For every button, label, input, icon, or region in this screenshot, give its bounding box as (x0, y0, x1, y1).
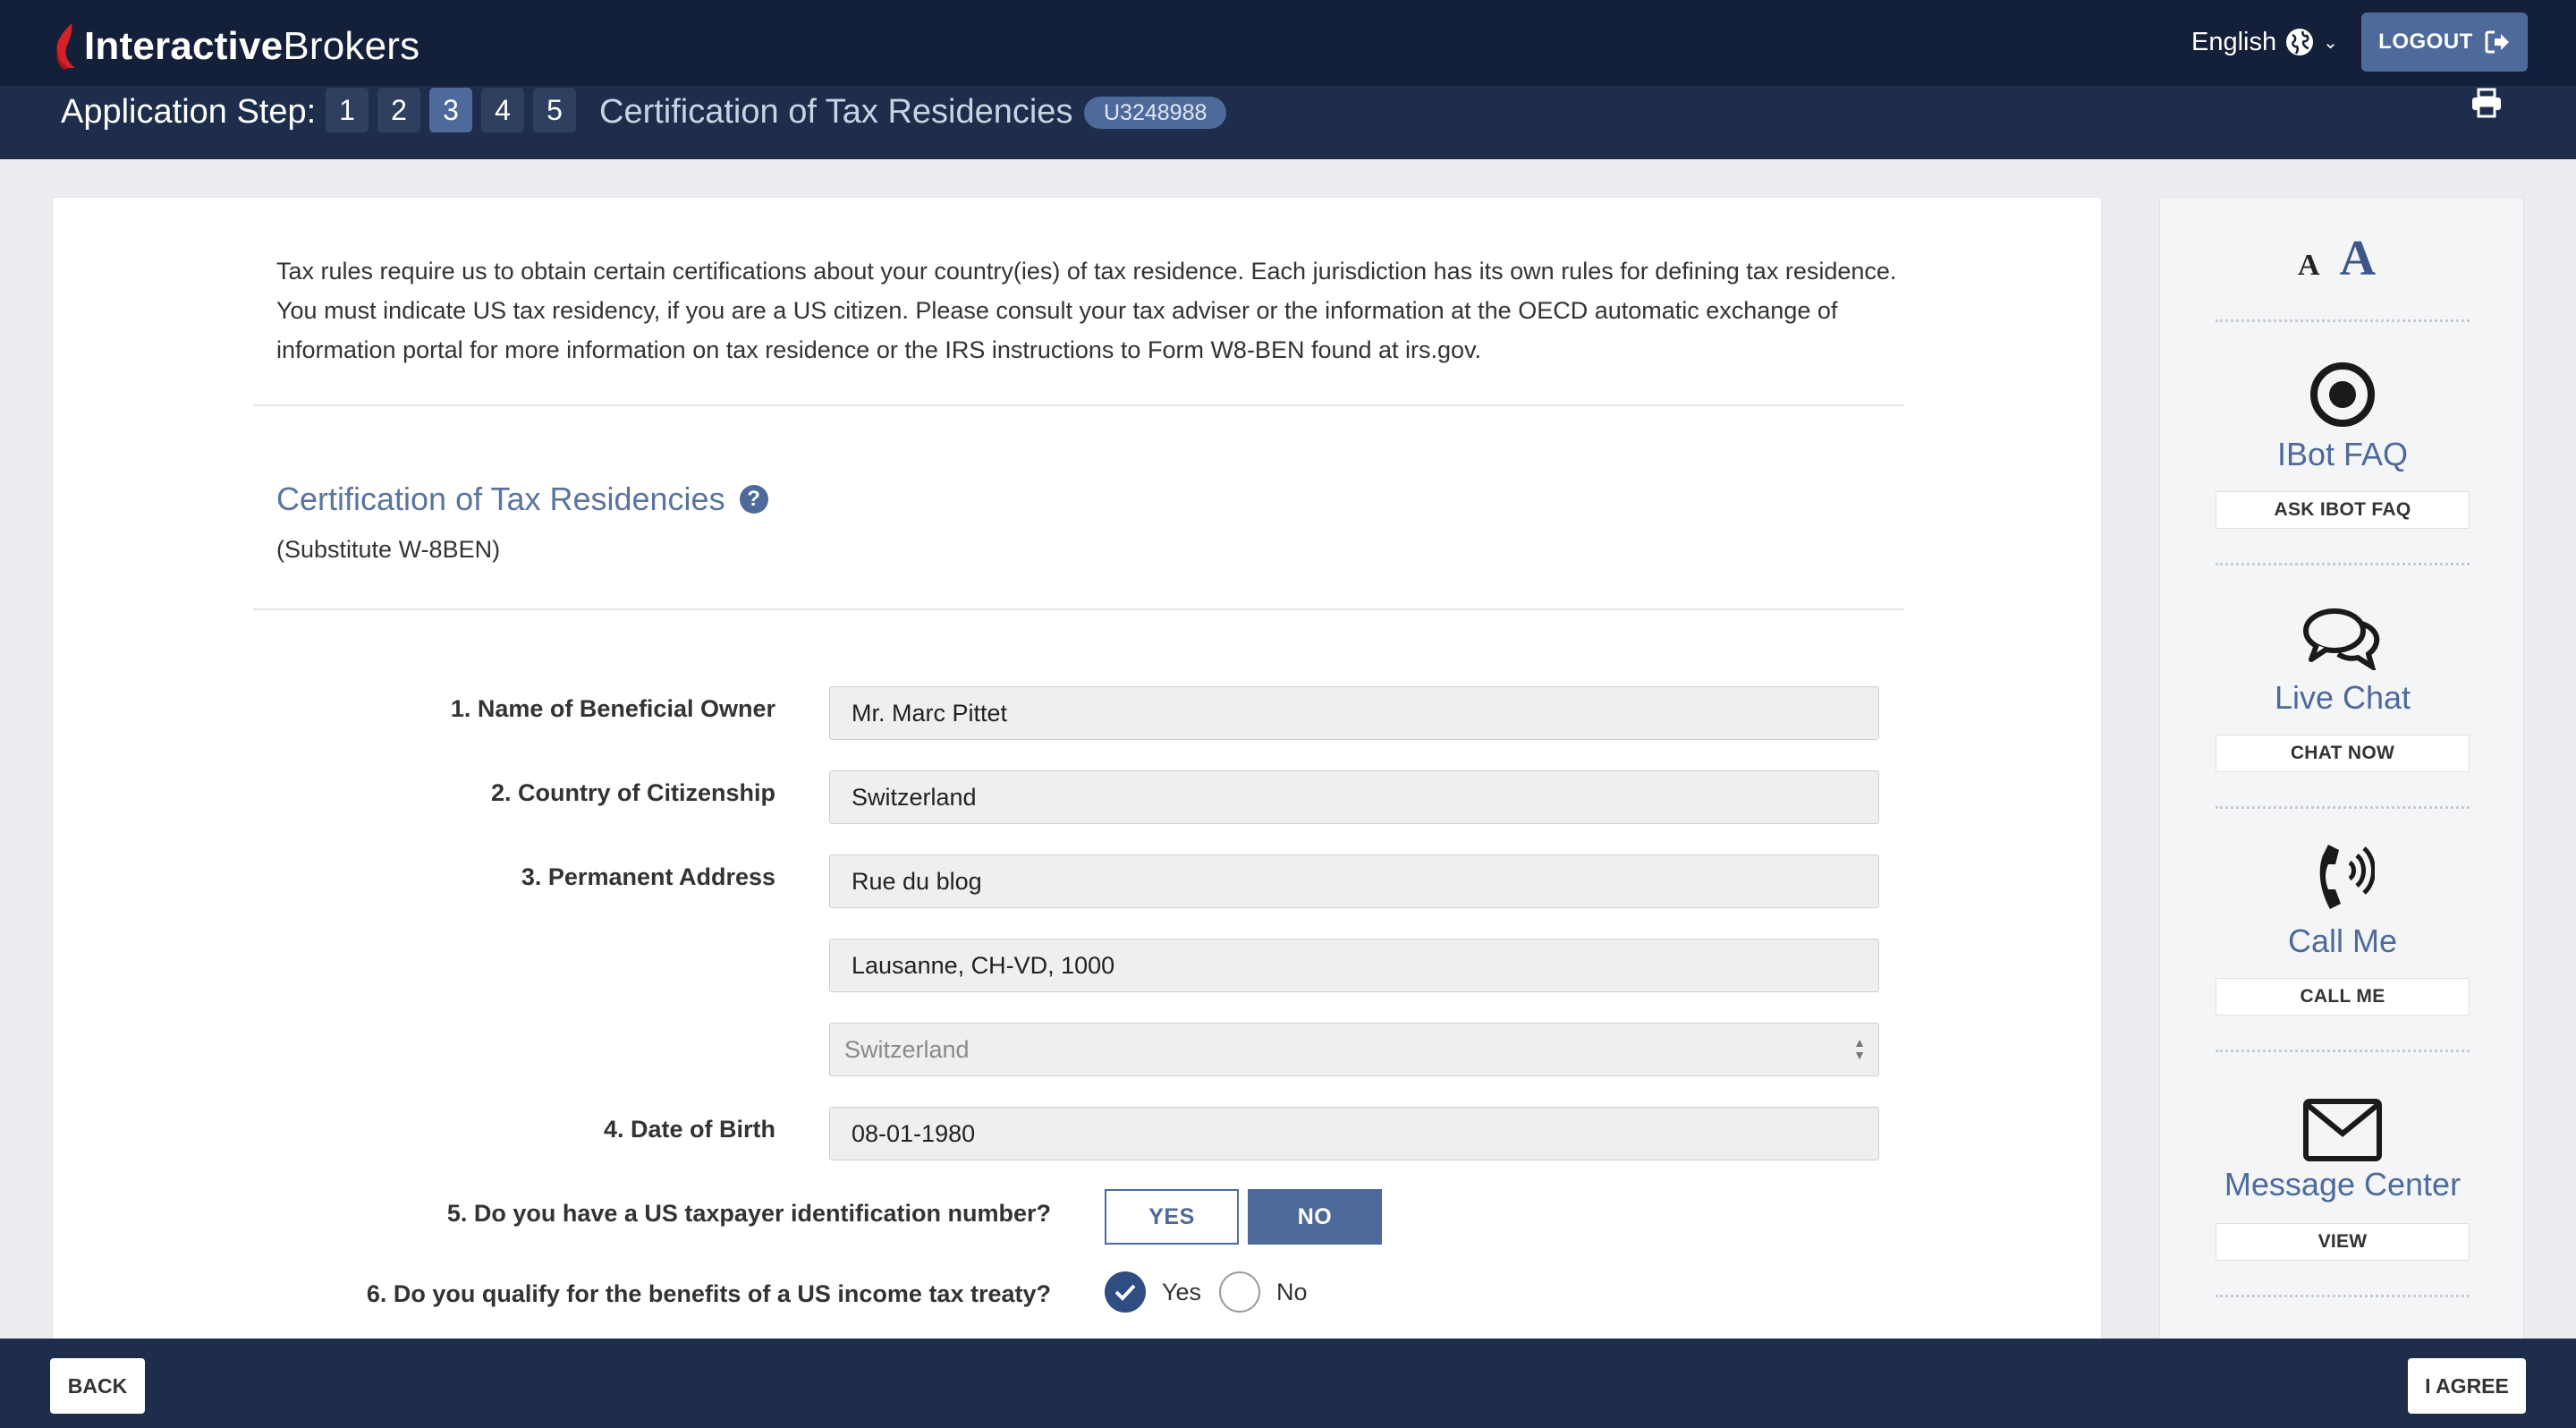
bottom-action-bar: BACK I AGREE (0, 1339, 2576, 1428)
message-center-title: Message Center (2224, 1166, 2462, 1203)
logout-button[interactable]: LOGOUT (2361, 13, 2528, 72)
us-tin-no-button[interactable]: NO (1248, 1189, 1382, 1245)
address-line1-value: Rue du blog (852, 867, 982, 895)
printer-icon[interactable] (2470, 88, 2503, 118)
call-me-title: Call Me (2287, 922, 2398, 959)
chat-bubbles-icon (2298, 602, 2387, 674)
address-line2-value: Lausanne, CH-VD, 1000 (852, 951, 1115, 979)
chevron-down-icon: ⌄ (2323, 32, 2338, 53)
step-2[interactable]: 2 (377, 88, 420, 132)
divider (253, 404, 1904, 406)
ask-ibot-button[interactable]: ASK IBOT FAQ (2216, 491, 2470, 529)
step-3-active[interactable]: 3 (429, 88, 472, 132)
envelope-icon (2298, 1094, 2387, 1166)
i-agree-button[interactable]: I AGREE (2408, 1358, 2526, 1414)
main-form-card: Tax rules require us to obtain certain c… (52, 197, 2102, 1342)
tax-treaty-yes-radio[interactable]: Yes (1105, 1271, 1201, 1313)
us-tin-yes-button[interactable]: YES (1105, 1189, 1239, 1245)
brand-light: Brokers (283, 24, 420, 68)
ibot-title: IBot FAQ (2276, 436, 2409, 472)
account-id-badge: U3248988 (1084, 97, 1227, 129)
top-header: InteractiveBrokers English ⌄ LOGOUT (0, 0, 2576, 86)
tax-treaty-no-radio[interactable]: No (1219, 1271, 1308, 1313)
citizenship-value: Switzerland (852, 783, 977, 811)
sidebar-divider (2216, 563, 2470, 565)
step-1[interactable]: 1 (326, 88, 369, 132)
tax-treaty-no-label: No (1276, 1278, 1308, 1305)
citizenship-field[interactable]: Switzerland (829, 770, 1879, 824)
message-center-view-button[interactable]: VIEW (2216, 1223, 2470, 1261)
section-subtitle: (Substitute W-8BEN) (276, 536, 501, 563)
sidebar-divider (2216, 319, 2470, 322)
us-tin-question: 5. Do you have a US taxpayer identificat… (446, 1200, 1051, 1227)
back-button[interactable]: BACK (50, 1358, 145, 1414)
application-step-label: Application Step: (61, 93, 317, 131)
logout-icon (2485, 30, 2509, 54)
name-label: 1. Name of Beneficial Owner (450, 695, 775, 722)
language-label: English (2191, 27, 2277, 56)
font-decrease-button[interactable]: A (2298, 249, 2320, 283)
sidebar-divider (2216, 806, 2470, 809)
address-line2-field[interactable]: Lausanne, CH-VD, 1000 (829, 939, 1879, 992)
name-value: Mr. Marc Pittet (852, 699, 1008, 727)
help-sidebar: A A IBot FAQ ASK IBOT FAQ Live Chat CHAT… (2159, 197, 2524, 1342)
globe-icon (2286, 29, 2314, 55)
chat-now-button[interactable]: CHAT NOW (2216, 735, 2470, 772)
address-country-value: Switzerland (844, 1035, 970, 1063)
dob-label: 4. Date of Birth (603, 1116, 775, 1143)
date-of-birth-field[interactable]: 08-01-1980 (829, 1107, 1879, 1160)
address-country-select[interactable]: Switzerland ▲ ▼ (829, 1023, 1879, 1076)
divider (253, 608, 1904, 610)
logout-label: LOGOUT (2378, 30, 2473, 54)
sidebar-divider (2216, 1295, 2470, 1297)
phone-icon (2298, 842, 2387, 914)
radio-empty-icon (1219, 1271, 1260, 1313)
application-step-bar: Application Step: 1 2 3 4 5 Certificatio… (0, 86, 2576, 159)
step-4[interactable]: 4 (481, 88, 524, 132)
tax-treaty-question: 6. Do you qualify for the benefits of a … (366, 1280, 1051, 1307)
language-selector[interactable]: English ⌄ (2191, 23, 2338, 61)
flame-logo-icon (56, 23, 75, 70)
address-line1-field[interactable]: Rue du blog (829, 854, 1879, 908)
help-icon[interactable]: ? (739, 485, 768, 514)
brand-bold: Interactive (84, 24, 284, 68)
dob-value: 08-01-1980 (852, 1119, 976, 1147)
select-arrows-icon: ▲ ▼ (1853, 1035, 1866, 1062)
address-label: 3. Permanent Address (521, 863, 775, 890)
citizenship-label: 2. Country of Citizenship (490, 779, 775, 806)
intro-paragraph: Tax rules require us to obtain certain c… (276, 258, 1897, 363)
font-increase-button[interactable]: A (2340, 230, 2376, 287)
section-title-text: Certification of Tax Residencies (276, 480, 725, 517)
step-5[interactable]: 5 (533, 88, 576, 132)
brand-name: InteractiveBrokers (84, 24, 419, 69)
live-chat-title: Live Chat (2274, 679, 2411, 716)
call-me-button[interactable]: CALL ME (2216, 978, 2470, 1016)
tax-treaty-yes-label: Yes (1162, 1278, 1202, 1305)
section-title: Certification of Tax Residencies ? (276, 480, 768, 518)
ibot-icon (2298, 359, 2387, 430)
checkmark-icon (1105, 1271, 1146, 1313)
step-title: Certification of Tax Residencies (599, 93, 1073, 131)
interactive-brokers-logo[interactable]: InteractiveBrokers (52, 18, 419, 75)
font-size-controls: A A (2298, 230, 2376, 287)
step-indicators: 1 2 3 4 5 (326, 88, 576, 132)
beneficial-owner-name-field[interactable]: Mr. Marc Pittet (829, 686, 1879, 740)
sidebar-divider (2216, 1050, 2470, 1052)
